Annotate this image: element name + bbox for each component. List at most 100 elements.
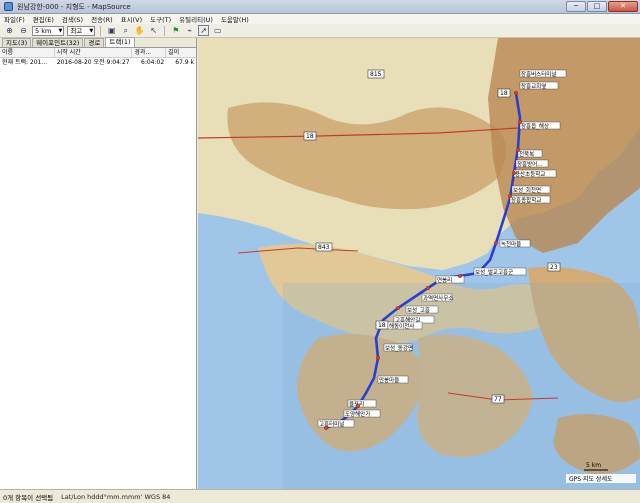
data-list-panel: 지도(3) 웨이포인트(32) 경로 트랙(1) 이름 시작 시간 경과... … (0, 37, 197, 489)
coordinate-format: Lat/Lon hddd°mm.mmm' WGS 84 (61, 492, 171, 501)
menu-file[interactable]: 파일(F) (4, 14, 25, 24)
waypoint-label[interactable]: 장흥교회옆 (519, 81, 559, 90)
title-bar: 원남강한-000 - 지형도 - MapSource ─ □ ✕ (0, 0, 640, 14)
svg-text:장흥방어...: 장흥방어... (517, 160, 543, 168)
road-marker-77: 77 (491, 394, 505, 404)
waypoint-label[interactable]: 고흥터미널 (317, 419, 355, 428)
menu-edit[interactable]: 편집(E) (33, 14, 54, 24)
column-start-time[interactable]: 시작 시간 (55, 48, 133, 57)
toolbar-separator (100, 25, 102, 36)
road-marker-18: 18 (303, 131, 317, 141)
detail-level-value: 최고 (70, 26, 83, 35)
panel-tabs: 지도(3) 웨이포인트(32) 경로 트랙(1) (0, 37, 196, 48)
waypoint-label[interactable]: 보성_고흥 (405, 305, 439, 314)
tab-tracks[interactable]: 트랙(1) (105, 37, 135, 47)
waypoint-label[interactable]: 녹천마을 (499, 239, 531, 248)
tab-waypoints[interactable]: 웨이포인트(32) (32, 38, 84, 47)
column-name[interactable]: 이름 (0, 48, 55, 57)
svg-text:GPS 지도 상세도: GPS 지도 상세도 (569, 475, 613, 483)
waypoint-label[interactable]: 율포리 (347, 399, 377, 408)
zoom-scale-value: 5 km (35, 26, 52, 35)
menu-utilities[interactable]: 유틸리티(U) (179, 14, 213, 24)
svg-text:고흥터미널: 고흥터미널 (319, 420, 344, 428)
waypoint-label[interactable]: 보성_동강면 (383, 343, 413, 352)
svg-text:보성_동강면: 보성_동강면 (385, 344, 413, 352)
status-bar: 0개 항목이 선택됨 Lat/Lon hddd°mm.mmm' WGS 84 (0, 489, 640, 503)
column-elapsed[interactable]: 경과... (132, 48, 167, 57)
waypoint-label[interactable]: 도양해안가 (343, 409, 381, 418)
zoom-scale-select[interactable]: 5 km ▼ (32, 25, 65, 36)
road-marker-18: 18 (497, 88, 511, 98)
column-length[interactable]: 길이 (166, 48, 196, 57)
waypoint-label[interactable]: 해동이천사 (387, 321, 423, 330)
tab-routes[interactable]: 경로 (84, 38, 105, 47)
zoom-tool-icon[interactable]: ⌕ (120, 25, 131, 36)
svg-text:만봉마을: 만봉마을 (379, 376, 399, 384)
menu-search[interactable]: 검색(S) (62, 14, 83, 24)
map-tool-icon[interactable]: ▣ (106, 25, 117, 36)
menu-bar: 파일(F) 편집(E) 검색(S) 전송(R) 표시(V) 도구(T) 유틸리티… (0, 14, 640, 24)
zoom-in-icon[interactable]: ⊕ (4, 25, 15, 36)
menu-view[interactable]: 표시(V) (121, 14, 142, 24)
minimize-button[interactable]: ─ (566, 1, 586, 12)
svg-text:843: 843 (318, 244, 330, 251)
svg-text:보성_벌교고흥군: 보성_벌교고흥군 (475, 268, 513, 276)
waypoint-label[interactable]: 천묵복 (517, 149, 543, 158)
waypoint-label[interactable]: 용산초등학교 (513, 169, 557, 178)
svg-text:보성_회천면: 보성_회천면 (513, 186, 541, 194)
svg-text:보성_고흥: 보성_고흥 (407, 306, 430, 314)
track-row[interactable]: 현재 트랙: 201... 2016-08-20 오전 9:04:27 6:04… (0, 58, 196, 68)
track-list-header: 이름 시작 시간 경과... 길이 (0, 48, 196, 58)
app-icon (4, 2, 13, 11)
route-tool-icon[interactable]: ⌁ (184, 25, 195, 36)
close-button[interactable]: ✕ (608, 1, 638, 12)
waypoint-label[interactable]: 장흥방어... (515, 159, 549, 168)
svg-text:용산초등학교: 용산초등학교 (515, 170, 545, 178)
svg-text:도양해안가: 도양해안가 (345, 410, 370, 418)
svg-text:장흥읍_해상: 장흥읍_해상 (521, 122, 549, 130)
track-name: 현재 트랙: 201... (2, 59, 48, 66)
svg-text:77: 77 (494, 396, 502, 403)
detail-level-select[interactable]: 최고 ▼ (67, 25, 96, 36)
waypoint-label[interactable]: 장흥종합학교 (509, 195, 551, 204)
track-elapsed: 6:04:02 (141, 59, 165, 66)
measure-distance-icon[interactable]: ▭ (212, 25, 223, 36)
track-length: 67.9 k (175, 59, 195, 66)
svg-text:5 km: 5 km (586, 462, 601, 469)
selection-status: 0개 항목이 선택됨 (3, 493, 54, 502)
menu-help[interactable]: 도움말(H) (221, 14, 249, 24)
map-tile-overlay (283, 283, 640, 489)
waypoint-label[interactable]: 만봉마을 (377, 375, 409, 384)
maximize-button[interactable]: □ (587, 1, 607, 12)
window-controls: ─ □ ✕ (566, 1, 638, 12)
toolbar-separator (164, 25, 166, 36)
waypoint-flag-icon[interactable]: ⚑ (170, 25, 181, 36)
waypoint-label[interactable]: 보성_벌교고흥군 (473, 267, 527, 276)
toolbar: ⊕ ⊖ 5 km ▼ 최고 ▼ ▣ ⌕ ✋ ↖ ⚑ ⌁ ➚ ▭ (0, 24, 640, 38)
svg-text:23: 23 (550, 264, 558, 271)
svg-text:장흥종합학교: 장흥종합학교 (511, 196, 541, 204)
waypoint-label[interactable]: 과역면사무소 (421, 293, 453, 302)
svg-text:18: 18 (306, 133, 314, 140)
cursor-arrow-icon[interactable]: ➚ (198, 25, 210, 36)
tab-maps[interactable]: 지도(3) (2, 38, 32, 47)
map-view[interactable]: 815 18 18 18 843 23 77 장흥버스터미널 장흥교회옆 장흥읍… (198, 38, 640, 489)
waypoint-label[interactable]: 보성_회천면 (511, 185, 551, 194)
svg-text:해동이천사: 해동이천사 (389, 322, 414, 330)
waypoint-label[interactable]: 장흥읍_해상 (519, 121, 561, 130)
menu-tools[interactable]: 도구(T) (150, 14, 171, 24)
menu-transfer[interactable]: 전송(R) (91, 14, 113, 24)
chevron-down-icon: ▼ (89, 27, 94, 34)
waypoint-label[interactable]: 장흥버스터미널 (519, 69, 567, 78)
svg-text:18: 18 (378, 322, 386, 329)
svg-text:천묵복: 천묵복 (519, 150, 534, 158)
svg-text:장흥버스터미널: 장흥버스터미널 (521, 70, 556, 78)
selection-arrow-icon[interactable]: ↖ (148, 25, 159, 36)
zoom-out-icon[interactable]: ⊖ (18, 25, 29, 36)
pan-hand-icon[interactable]: ✋ (134, 25, 145, 36)
svg-text:녹천마을: 녹천마을 (501, 240, 521, 248)
svg-text:장흥교회옆: 장흥교회옆 (521, 82, 546, 90)
road-marker-843: 843 (315, 242, 333, 252)
track-start-time: 2016-08-20 오전 9:04:27 (56, 59, 130, 66)
map-copyright-label: GPS 지도 상세도 (566, 474, 636, 483)
